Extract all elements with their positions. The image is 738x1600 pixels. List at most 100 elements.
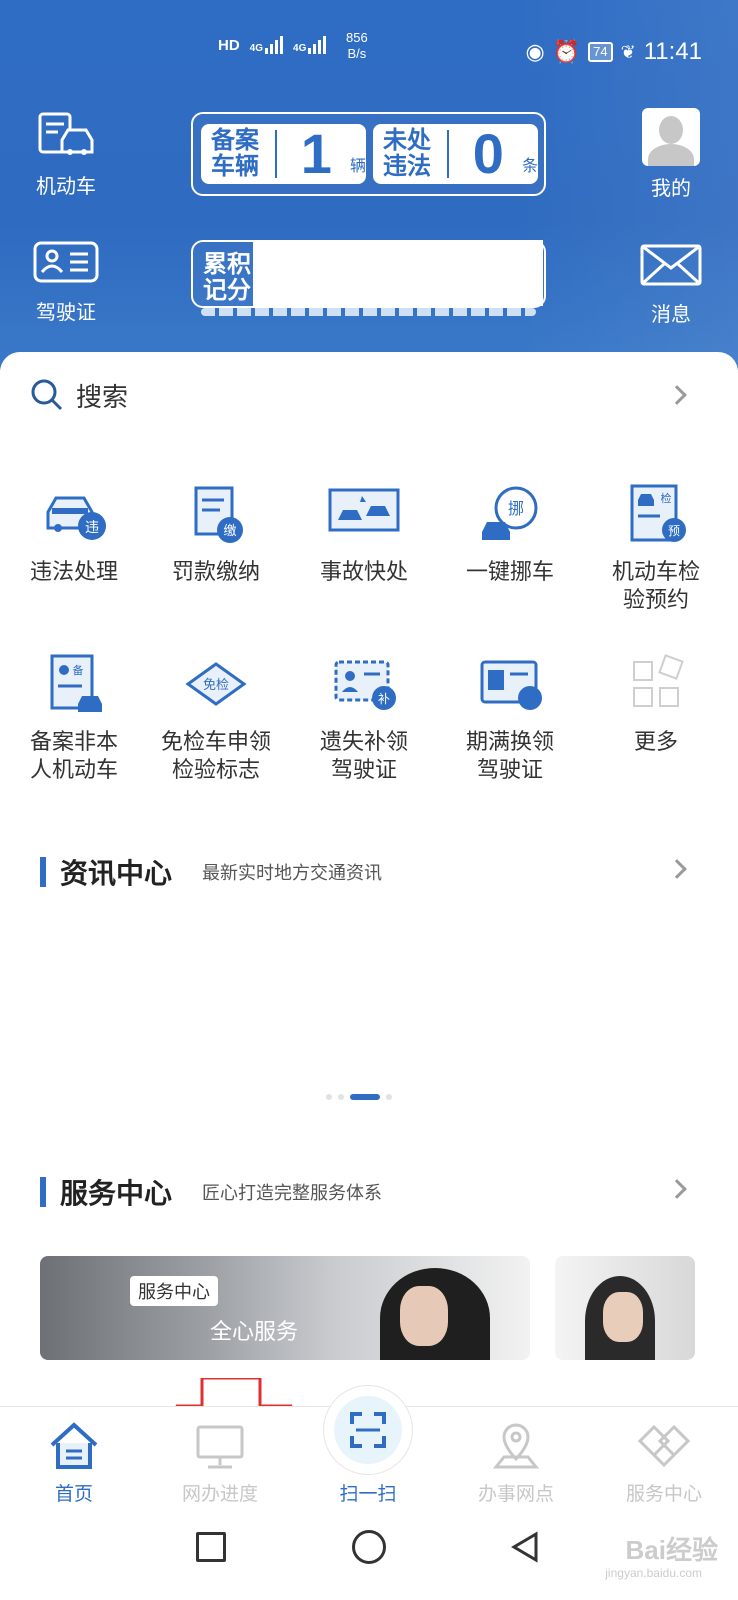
service-label: 事故快处 xyxy=(319,559,408,584)
service-label: 备案非本人机动车 xyxy=(29,729,118,782)
clock: 11:41 xyxy=(643,38,702,65)
register-vehicle-icon: 备 xyxy=(38,652,110,718)
watermark-url: jingyan.baidu.com xyxy=(605,1566,702,1580)
svg-text:预: 预 xyxy=(668,524,680,538)
service-center-title: 服务中心 xyxy=(60,1178,173,1209)
svg-text:检: 检 xyxy=(661,491,672,505)
service-item-reissue-license[interactable]: 补 遗失补领驾驶证 xyxy=(290,652,438,784)
message-label: 消息 xyxy=(651,304,691,326)
avatar xyxy=(642,108,700,166)
tab-scan[interactable]: 扫一扫 xyxy=(298,1407,438,1506)
violations-label: 未处违法 xyxy=(383,127,431,180)
svg-text:缴: 缴 xyxy=(223,524,236,539)
banner-tag: 服务中心 xyxy=(130,1276,218,1306)
service-item-exempt-inspection[interactable]: 免检 免检车申领检验标志 xyxy=(142,652,290,784)
car-violation-icon: 违 xyxy=(38,482,110,548)
service-label: 更多 xyxy=(633,729,678,754)
service-item-register-vehicle[interactable]: 备 备案非本人机动车 xyxy=(0,652,148,784)
search-label: 搜索 xyxy=(76,381,129,412)
watermark-brand: Bai经验 xyxy=(625,1535,718,1565)
tab-home[interactable]: 首页 xyxy=(4,1407,144,1506)
tab-label: 扫一扫 xyxy=(339,1484,397,1505)
vehicle-summary-card[interactable]: 备案车辆 1 辆 未处违法 0 条 xyxy=(191,112,546,196)
service-item-inspection[interactable]: 检 预 机动车检验预约 xyxy=(582,482,730,614)
location-icon xyxy=(446,1421,586,1479)
search-icon xyxy=(31,379,63,411)
move-car-icon: 挪 xyxy=(474,482,546,548)
tab-bar: 首页 网办进度 扫一扫 办事网点 服务中心 xyxy=(0,1385,738,1506)
battery-indicator: 74 xyxy=(588,42,613,62)
news-title: 资讯中心 xyxy=(60,858,173,889)
chevron-right-icon xyxy=(667,385,687,405)
service-label: 违法处理 xyxy=(29,559,118,584)
violations-box: 未处违法 0 条 xyxy=(373,124,538,184)
vehicle-icon xyxy=(38,112,94,155)
chevron-right-icon[interactable] xyxy=(667,859,687,879)
alarm-icon: ⏰ xyxy=(552,39,581,64)
recents-button[interactable] xyxy=(196,1532,226,1562)
renew-license-icon xyxy=(474,652,546,718)
points-label: 累积记分 xyxy=(203,251,251,304)
profile-button[interactable]: 我的 xyxy=(636,108,706,201)
registered-vehicles-box: 备案车辆 1 辆 xyxy=(201,124,366,184)
network-indicators: HD 4G 4G xyxy=(218,36,327,54)
reissue-license-icon: 补 xyxy=(328,652,400,718)
tab-progress[interactable]: 网办进度 xyxy=(150,1407,290,1506)
news-subtitle: 最新实时地方交通资讯 xyxy=(202,863,383,883)
service-item-violation[interactable]: 违 违法处理 xyxy=(0,482,148,586)
license-label: 驾驶证 xyxy=(36,302,96,324)
service-item-more[interactable]: 更多 xyxy=(582,652,730,756)
service-banner-2[interactable] xyxy=(555,1256,695,1360)
service-center-subtitle: 匠心打造完整服务体系 xyxy=(202,1183,383,1203)
tab-service-points[interactable]: 办事网点 xyxy=(446,1407,586,1506)
service-item-renew-license[interactable]: 期满换领驾驶证 xyxy=(436,652,584,784)
points-card[interactable]: 累积记分 xyxy=(191,240,546,316)
tab-label: 服务中心 xyxy=(625,1484,702,1505)
chevron-right-icon[interactable] xyxy=(667,1179,687,1199)
tab-label: 网办进度 xyxy=(181,1484,258,1505)
service-center-header[interactable]: 服务中心 匠心打造完整服务体系 xyxy=(40,1172,382,1212)
signal-4g-1: 4G xyxy=(250,36,284,54)
leaf-icon: ❦ xyxy=(620,41,636,62)
service-item-fine[interactable]: 缴 罚款缴纳 xyxy=(142,482,290,586)
service-item-accident[interactable]: 事故快处 xyxy=(290,482,438,586)
svg-text:免检: 免检 xyxy=(203,678,229,693)
points-redacted xyxy=(253,240,543,306)
carousel-dots xyxy=(326,1094,392,1100)
search-bar[interactable]: 搜索 xyxy=(30,370,710,420)
hd-indicator: HD xyxy=(218,36,240,54)
main-panel: 搜索 违 违法处理 缴 罚款缴纳 事故快处 挪 一键挪车 检 预 机动车检验预约… xyxy=(0,352,738,1452)
home-button[interactable] xyxy=(352,1530,386,1564)
fine-payment-icon: 缴 xyxy=(180,482,252,548)
status-bar: HD 4G 4G 856 B/s ◉ ⏰ 74 ❦ 11:41 xyxy=(0,30,738,74)
net-speed: 856 B/s xyxy=(346,30,368,61)
service-label: 罚款缴纳 xyxy=(171,559,260,584)
vehicle-label: 机动车 xyxy=(36,176,96,198)
violations-unit: 条 xyxy=(521,158,538,175)
service-label: 免检车申领检验标志 xyxy=(160,729,271,782)
signal-4g-2: 4G xyxy=(293,36,327,54)
license-button[interactable]: 驾驶证 xyxy=(30,240,102,325)
accident-icon xyxy=(328,482,400,548)
svg-text:备: 备 xyxy=(73,663,84,677)
service-label: 一键挪车 xyxy=(465,559,554,584)
registered-vehicles-unit: 辆 xyxy=(349,158,366,175)
points-card-band xyxy=(201,308,536,316)
back-button[interactable] xyxy=(508,1530,542,1564)
svg-text:挪: 挪 xyxy=(508,499,524,518)
message-button[interactable]: 消息 xyxy=(636,244,706,327)
header: HD 4G 4G 856 B/s ◉ ⏰ 74 ❦ 11:41 机动车 驾驶证 … xyxy=(0,0,738,370)
vehicle-button[interactable]: 机动车 xyxy=(30,110,102,199)
tab-service-center[interactable]: 服务中心 xyxy=(594,1407,734,1506)
monitor-icon xyxy=(150,1421,290,1479)
exempt-inspection-icon: 免检 xyxy=(180,652,252,718)
service-item-move-car[interactable]: 挪 一键挪车 xyxy=(436,482,584,586)
news-section-header[interactable]: 资讯中心 最新实时地方交通资讯 xyxy=(40,852,382,892)
service-banner[interactable]: 服务中心 全心服务 xyxy=(40,1256,530,1360)
inspection-appointment-icon: 检 预 xyxy=(620,482,692,548)
home-icon xyxy=(4,1421,144,1479)
tab-label: 办事网点 xyxy=(477,1484,554,1505)
more-icon xyxy=(620,652,692,718)
banner-text: 全心服务 xyxy=(210,1319,299,1344)
violations-count: 0 xyxy=(472,122,504,185)
